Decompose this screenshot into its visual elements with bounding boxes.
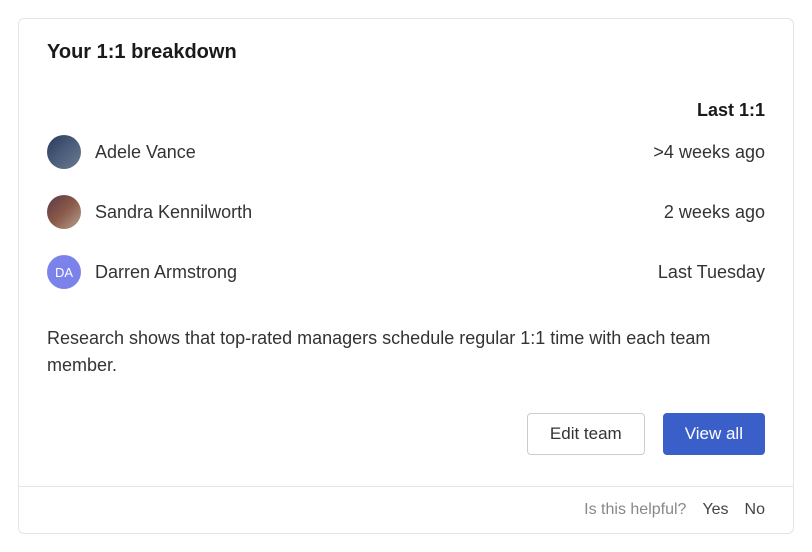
card-title: Your 1:1 breakdown	[47, 41, 765, 64]
table-header-row: Last 1:1	[47, 100, 765, 121]
feedback-yes-button[interactable]: Yes	[702, 501, 728, 519]
button-row: Edit team View all	[47, 413, 765, 455]
member-last-time: Last Tuesday	[658, 262, 765, 283]
member-name: Adele Vance	[95, 142, 196, 163]
table-row: Adele Vance >4 weeks ago	[47, 135, 765, 169]
member-last-time: 2 weeks ago	[664, 202, 765, 223]
member-left: Sandra Kennilworth	[47, 195, 252, 229]
table-row: DA Darren Armstrong Last Tuesday	[47, 255, 765, 289]
feedback-footer: Is this helpful? Yes No	[19, 486, 793, 533]
member-last-time: >4 weeks ago	[653, 142, 765, 163]
view-all-button[interactable]: View all	[663, 413, 765, 455]
member-list: Adele Vance >4 weeks ago Sandra Kennilwo…	[47, 135, 765, 289]
member-left: Adele Vance	[47, 135, 196, 169]
avatar	[47, 195, 81, 229]
last-column-header: Last 1:1	[697, 100, 765, 121]
description-text: Research shows that top-rated managers s…	[47, 325, 765, 379]
member-name: Darren Armstrong	[95, 262, 237, 283]
member-name: Sandra Kennilworth	[95, 202, 252, 223]
table-row: Sandra Kennilworth 2 weeks ago	[47, 195, 765, 229]
edit-team-button[interactable]: Edit team	[527, 413, 645, 455]
feedback-no-button[interactable]: No	[745, 501, 765, 519]
avatar	[47, 135, 81, 169]
breakdown-card: Your 1:1 breakdown Last 1:1 Adele Vance …	[18, 18, 794, 534]
avatar: DA	[47, 255, 81, 289]
member-left: DA Darren Armstrong	[47, 255, 237, 289]
feedback-question: Is this helpful?	[584, 501, 686, 519]
